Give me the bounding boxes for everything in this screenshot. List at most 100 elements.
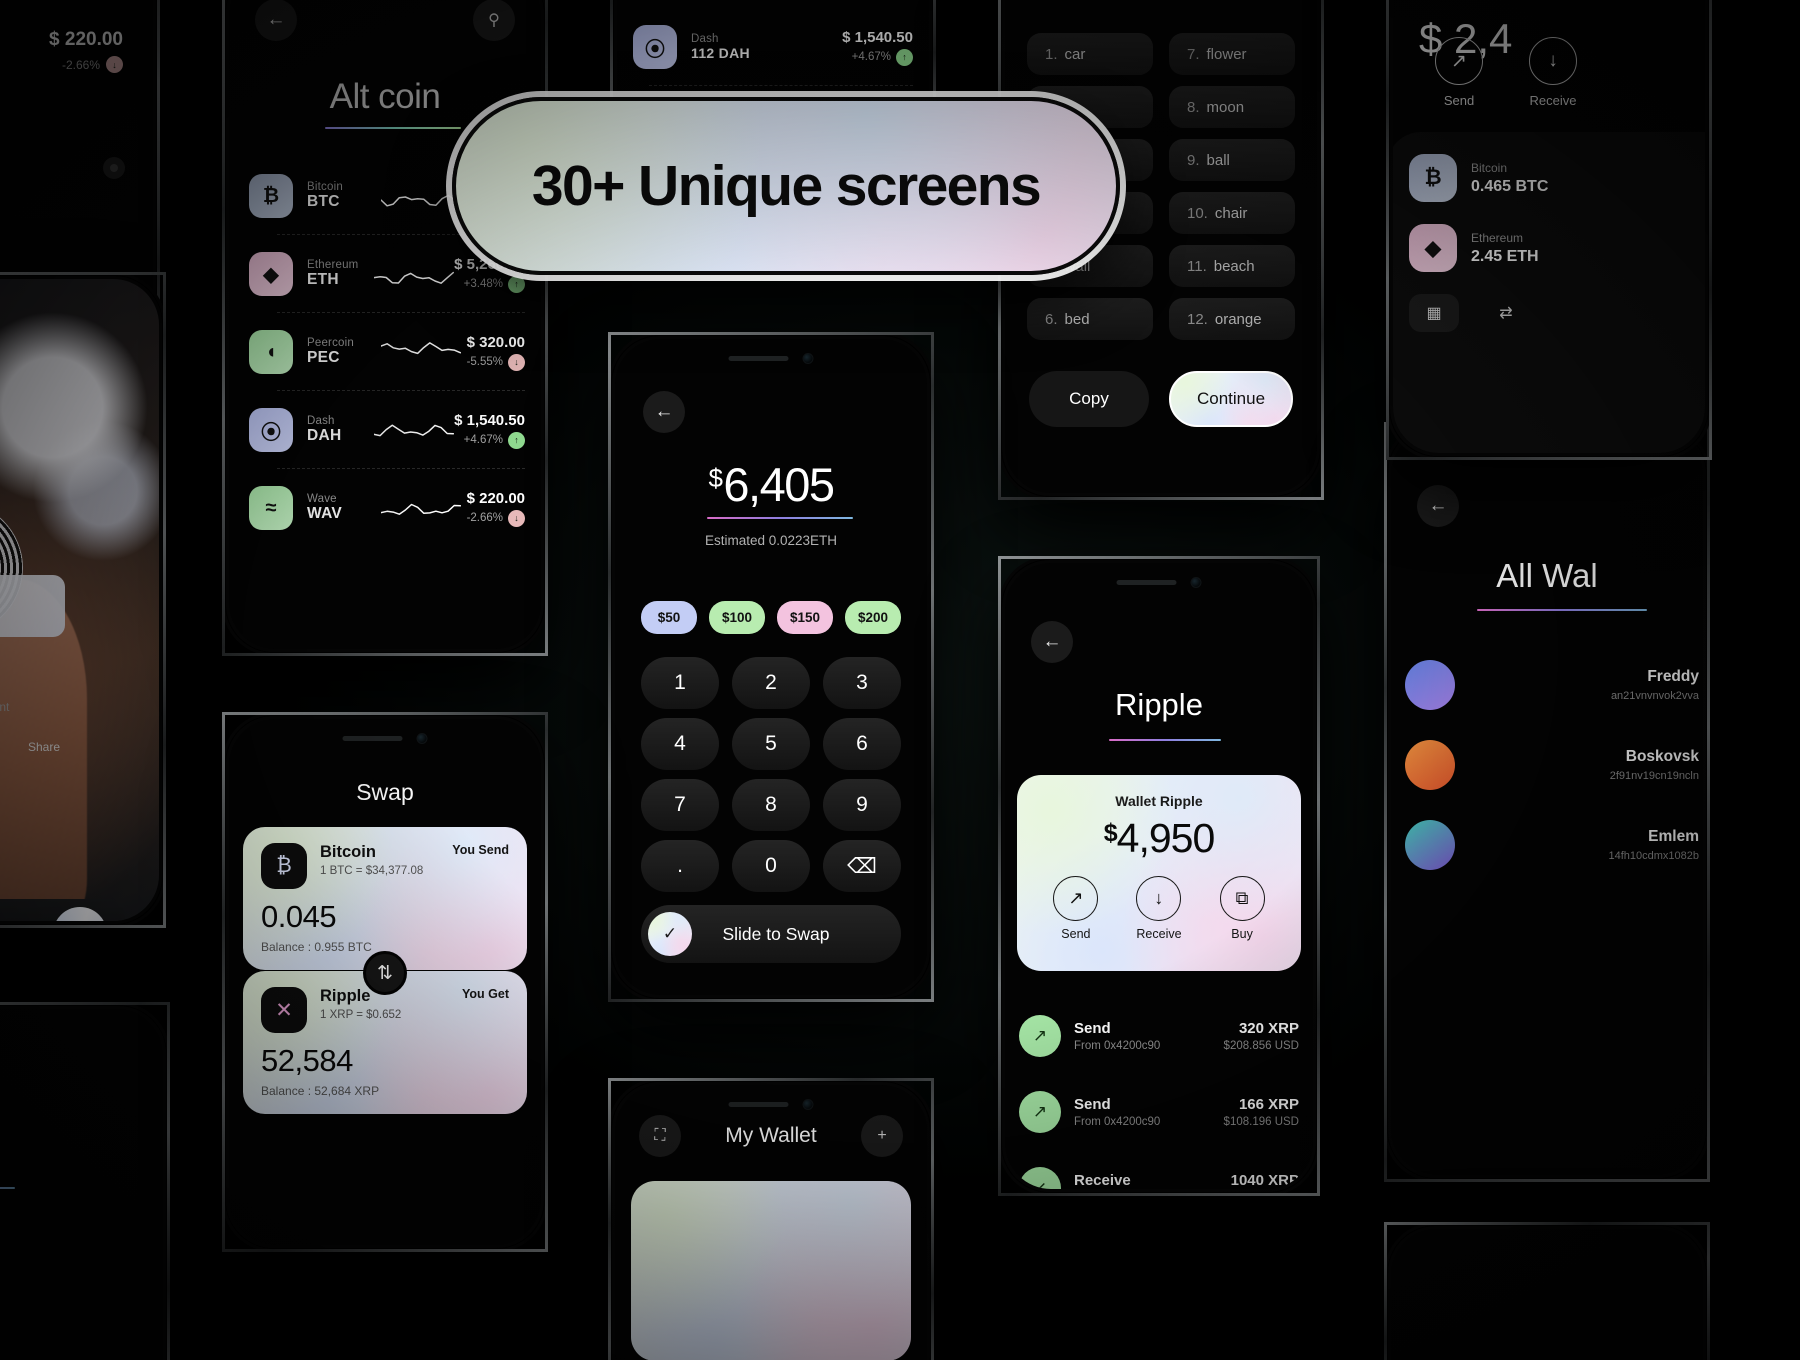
seed-word-cell[interactable]: 8. moon (1169, 86, 1295, 128)
transaction-amount: 320 XRP (1238, 1020, 1299, 1037)
coin-row[interactable]: ≈ Wave WAV $ 220.00 -2.66% ↓ (249, 468, 525, 539)
screen-ripple: ← Ripple Wallet Ripple $4,950 ↗ Send ↓ Rece… (1005, 563, 1313, 1189)
seed-word-text: car (1064, 45, 1086, 63)
seed-word-number: 8. (1187, 98, 1200, 116)
back-button[interactable]: ← (255, 0, 297, 41)
all-wallets-underline (1477, 609, 1647, 611)
coin-values: $ 220.00 -2.66% ↓ (467, 490, 525, 527)
quick-amount-chip[interactable]: $50 (641, 601, 697, 634)
wallet-row[interactable]: Boskovsk 2f91nv19cn19ncln (1405, 725, 1699, 805)
coin-row[interactable]: ⦿ Dash DAH $ 1,540.50 +4.67% ↑ (249, 390, 525, 461)
seed-word-cell[interactable]: 12. orange (1169, 298, 1295, 340)
swap-from-amount: 0.045 (261, 899, 337, 934)
key-7[interactable]: 7 (641, 779, 719, 831)
coin-name: Dash (307, 415, 335, 427)
transaction-row[interactable]: ↗ Send From 0x4200c90 166 XRP $108.196 USD (1019, 1075, 1299, 1149)
key-9[interactable]: 9 (823, 779, 901, 831)
seed-word-number: 11. (1187, 257, 1207, 275)
coin-symbol: PEC (307, 349, 340, 366)
seed-word-cell[interactable]: 11. beach (1169, 245, 1295, 287)
screen-bottom-right (1391, 1229, 1703, 1360)
screen-altcoin: ← ⚲ Alt coin ₿BitcoinBTC$ 1+4↑◆EthereumE… (229, 0, 541, 649)
coin-names: Peercoin PEC (307, 337, 381, 367)
key-2[interactable]: 2 (732, 657, 810, 709)
transaction-meta: Send From 0x4200c90 (1074, 1096, 1160, 1128)
key-3[interactable]: 3 (823, 657, 901, 709)
back-button[interactable]: ← (1417, 485, 1459, 527)
seed-word-cell[interactable]: 9. ball (1169, 139, 1295, 181)
quick-amount-chip[interactable]: $100 (709, 601, 765, 634)
transaction-usd: $108.196 USD (1223, 1116, 1299, 1128)
ripple-wallet-label: Wallet Ripple (1115, 793, 1203, 809)
key-.[interactable]: . (641, 840, 719, 892)
scan-icon[interactable]: ⛶ (639, 1115, 681, 1157)
device-notch (342, 733, 428, 744)
arrow-icon: ↗ (1435, 37, 1483, 85)
key-8[interactable]: 8 (732, 779, 810, 831)
swap-toggle-button[interactable]: ⇅ (363, 951, 407, 995)
action-label: Receive (1529, 93, 1577, 108)
asset-row[interactable]: ₿ Bitcoin 0.465 BTC (1409, 154, 1705, 202)
transaction-direction-icon: ↙ (1019, 1167, 1061, 1189)
copy-button[interactable]: Copy (1029, 371, 1149, 427)
dash-coin-icon: ⦿ (633, 25, 677, 69)
seed-word-cell[interactable]: 7. flower (1169, 33, 1295, 75)
coin-row[interactable]: ◖ Peercoin PEC $ 320.00 -5.55% ↓ (249, 312, 525, 383)
quick-amount-chip[interactable]: $150 (777, 601, 833, 634)
action-label: Buy (1231, 927, 1253, 941)
amount-display: $6,405 (615, 457, 927, 512)
phone-altcoin-list: ← ⚲ Alt coin ₿BitcoinBTC$ 1+4↑◆EthereumE… (222, 0, 548, 656)
ripple-action-receive[interactable]: ↓ Receive (1136, 876, 1182, 941)
coin-values: $ 320.00 -5.55% ↓ (467, 334, 525, 371)
backspace-key[interactable]: ⌫ (823, 840, 901, 892)
quick-amount-chip[interactable]: $200 (845, 601, 901, 634)
slide-knob[interactable]: ✓ (648, 912, 692, 956)
seed-word-number: 1. (1045, 45, 1058, 63)
transaction-row[interactable]: ↙ ReceiveFrom 0x4200c90 1040 XRP$678.120 U… (1019, 1151, 1299, 1189)
back-button[interactable]: ← (1031, 621, 1073, 663)
transaction-row[interactable]: ↗ Send From 0x4200c90 320 XRP $208.856 USD (1019, 999, 1299, 1073)
search-button[interactable]: ⚲ (473, 0, 515, 41)
camera-dot (416, 733, 428, 744)
dash-names: Dash 112 DAH (691, 33, 765, 61)
phone-send-receive: $ 2,4 ↗ Send ↓ Receive ₿ Bitcoin 0.465 BTC ◆ Et… (1386, 0, 1712, 460)
slide-to-swap[interactable]: ✓ Slide to Swap (641, 905, 901, 963)
ripple-action-buy[interactable]: ⧉ Buy (1219, 876, 1265, 941)
wallet-icon[interactable]: ▦ (1409, 294, 1459, 332)
continue-button[interactable]: Continue (1169, 371, 1293, 427)
arrow-down-icon: ↓ (508, 509, 525, 527)
asset-meta: Bitcoin 0.465 BTC (1471, 161, 1548, 196)
wallet-info: Boskovsk 2f91nv19cn19ncln (1610, 748, 1699, 782)
wallet-address: 2f91nv19cn19ncln (1609, 770, 1699, 782)
key-0[interactable]: 0 (732, 840, 810, 892)
phone-ripple-wallet: ← Ripple Wallet Ripple $4,950 ↗ Send ↓ Rece… (998, 556, 1320, 1196)
key-1[interactable]: 1 (641, 657, 719, 709)
mini-button-row: ▦ ⇄ (1409, 294, 1705, 332)
seed-word-cell[interactable]: 1. car (1027, 33, 1153, 75)
tr-action-send[interactable]: ↗ Send (1435, 37, 1483, 108)
key-6[interactable]: 6 (823, 718, 901, 770)
key-4[interactable]: 4 (641, 718, 719, 770)
back-button[interactable]: ← (643, 391, 685, 433)
transaction-type: Receive (1074, 1172, 1131, 1189)
swap-from-card[interactable]: ₿ Bitcoin 1 BTC = $34,377.08 You Send 0.… (243, 827, 527, 970)
my-wallet-header: ⛶ My Wallet + (639, 1115, 903, 1157)
key-5[interactable]: 5 (732, 718, 810, 770)
ripple-icon: ✕ (261, 987, 307, 1033)
wallet-address: an21vnvnvok2vva (1610, 690, 1699, 702)
asset-icon: ₿ (1409, 154, 1457, 202)
wallet-row[interactable]: Emlem 14fh10cdmx1082b (1405, 805, 1699, 885)
action-label: Receive (1136, 927, 1182, 941)
swap-from-side-label: You Send (452, 843, 509, 857)
wallet-row[interactable]: Freddy an21vnvnvok2vva (1405, 645, 1699, 725)
seed-word-cell[interactable]: 10. chair (1169, 192, 1295, 234)
asset-row[interactable]: ◆ Ethereum 2.45 ETH (1409, 224, 1705, 272)
screen-swap: Swap ₿ Bitcoin 1 BTC = $34,377.08 You Se… (229, 719, 541, 1245)
ripple-action-send[interactable]: ↗ Send (1053, 876, 1099, 941)
action-label: Send (1443, 93, 1475, 108)
tr-action-receive[interactable]: ↓ Receive (1529, 37, 1577, 108)
plus-icon[interactable]: + (861, 1115, 903, 1157)
ripple-balance: $4,950 (1103, 815, 1216, 861)
transfer-icon[interactable]: ⇄ (1481, 294, 1531, 332)
seed-word-cell[interactable]: 6. bed (1027, 298, 1153, 340)
